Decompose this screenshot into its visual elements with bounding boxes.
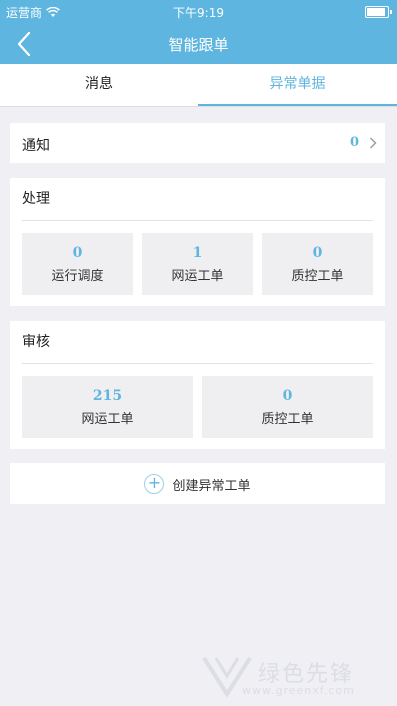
stat-count: 1 <box>192 245 203 261</box>
notice-row[interactable]: 通知 0 <box>10 123 385 163</box>
status-bar: 运营商 下午9:19 <box>0 0 397 24</box>
chevron-right-icon <box>370 137 377 149</box>
stat-label: 质控工单 <box>261 412 314 427</box>
stat-count: 0 <box>72 245 83 261</box>
stat-label: 网运工单 <box>81 412 134 427</box>
review-title: 审核 <box>22 334 50 350</box>
review-item-qc-order[interactable]: 0 质控工单 <box>202 376 373 438</box>
processing-item-dispatch[interactable]: 0 运行调度 <box>22 233 133 295</box>
processing-section: 处理 0 运行调度 1 网运工单 0 质控工单 <box>10 178 385 306</box>
processing-title: 处理 <box>22 191 50 207</box>
stat-label: 运行调度 <box>51 269 104 284</box>
plus-icon: + <box>144 474 165 494</box>
status-time: 下午9:19 <box>173 6 224 20</box>
create-abnormal-order-button[interactable]: + 创建异常工单 <box>10 463 385 504</box>
stat-label: 质控工单 <box>291 269 344 284</box>
tab-bar: 消息 异常单据 <box>0 64 397 107</box>
tab-abnormal-orders[interactable]: 异常单据 <box>198 64 397 106</box>
create-label: 创建异常工单 <box>172 478 251 494</box>
watermark: 绿色先锋 www.greenxf.com <box>196 652 396 702</box>
stat-count: 215 <box>92 388 123 404</box>
processing-item-qc-order[interactable]: 0 质控工单 <box>262 233 373 295</box>
notice-count: 0 <box>349 135 359 150</box>
stat-label: 网运工单 <box>171 269 224 284</box>
stat-count: 0 <box>312 245 323 261</box>
stat-count: 0 <box>282 388 293 404</box>
review-section: 审核 215 网运工单 0 质控工单 <box>10 321 385 449</box>
review-item-network-order[interactable]: 215 网运工单 <box>22 376 193 438</box>
page-title: 智能跟单 <box>168 36 229 54</box>
notice-label: 通知 <box>22 138 50 154</box>
tab-messages[interactable]: 消息 <box>0 64 198 106</box>
divider <box>22 220 373 221</box>
watermark-url: www.greenxf.com <box>242 684 355 697</box>
battery-icon <box>365 6 392 18</box>
divider <box>22 363 373 364</box>
processing-item-network-order[interactable]: 1 网运工单 <box>142 233 253 295</box>
nav-bar: 智能跟单 <box>0 24 397 64</box>
